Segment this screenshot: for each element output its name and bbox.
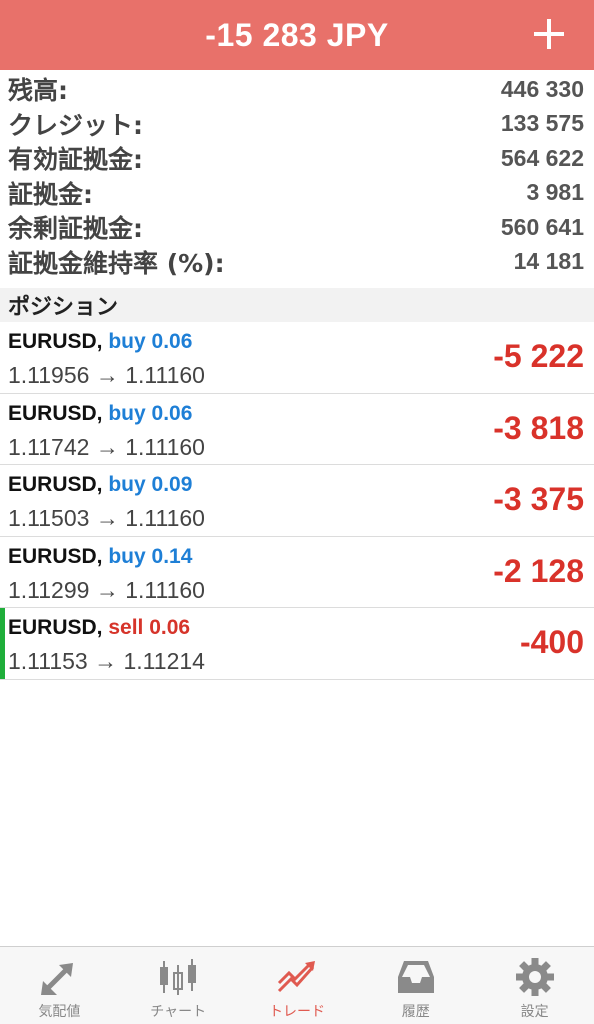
positions-list: EURUSD, buy 0.06 1.11956 → 1.11160 -5 22… <box>0 322 594 680</box>
tab-settings[interactable]: 設定 <box>475 947 594 1024</box>
position-header: EURUSD, buy 0.14 <box>8 545 192 569</box>
position-header: EURUSD, buy 0.06 <box>8 402 192 426</box>
position-symbol: EURUSD, <box>8 473 103 496</box>
position-side-volume: buy 0.06 <box>108 401 193 425</box>
summary-row-equity: 有効証拠金: 564 622 <box>0 141 594 176</box>
candlestick-chart-icon <box>160 959 197 995</box>
quotes-arrows-icon <box>41 963 74 995</box>
inbox-history-icon <box>397 961 434 993</box>
position-row[interactable]: EURUSD, buy 0.06 1.11956 → 1.11160 -5 22… <box>0 322 594 394</box>
position-symbol: EURUSD, <box>8 544 103 568</box>
position-profit: -5 222 <box>493 338 584 374</box>
summary-label: 残高: <box>8 76 68 106</box>
position-header: EURUSD, buy 0.06 <box>8 330 192 354</box>
position-prices: 1.11742 → 1.11160 <box>8 433 205 460</box>
tab-history[interactable]: 履歴 <box>356 947 475 1024</box>
plus-icon <box>534 19 564 49</box>
summary-value: 3 981 <box>526 179 584 206</box>
position-row[interactable]: EURUSD, buy 0.06 1.11742 → 1.11160 -3 81… <box>0 394 594 465</box>
position-side-volume: buy 0.14 <box>108 544 193 568</box>
tab-label: チャート <box>150 1004 207 1020</box>
position-profit: -3 375 <box>493 481 584 517</box>
header-total-profit: -15 283 JPY <box>205 16 389 53</box>
tab-quotes[interactable]: 気配値 <box>0 947 119 1024</box>
position-row[interactable]: EURUSD, buy 0.14 1.11299 → 1.11160 -2 12… <box>0 537 594 608</box>
position-side-volume: sell 0.06 <box>108 616 191 639</box>
positions-section-header: ポジション <box>0 288 594 322</box>
summary-value: 446 330 <box>500 75 584 102</box>
position-symbol: EURUSD, <box>8 401 103 425</box>
gear-icon <box>515 958 554 996</box>
position-prices: 1.11956 → 1.11160 <box>8 362 205 388</box>
position-profit: -3 818 <box>493 409 584 446</box>
position-profit: -2 128 <box>493 552 584 589</box>
position-prices: 1.11503 → 1.11160 <box>8 505 205 531</box>
position-symbol: EURUSD, <box>8 616 103 639</box>
new-order-button[interactable] <box>532 14 566 54</box>
section-title: ポジション <box>8 295 119 320</box>
summary-label: 証拠金: <box>8 179 93 209</box>
bottom-tab-bar: 気配値 チャート トレード 履歴 設定 <box>0 946 594 1024</box>
position-profit: -400 <box>519 624 584 660</box>
summary-value: 564 622 <box>500 144 584 171</box>
tab-label: トレード <box>268 1004 325 1020</box>
position-symbol: EURUSD, <box>8 330 103 353</box>
position-prices: 1.11299 → 1.11160 <box>8 576 205 603</box>
summary-label: クレジット: <box>8 110 143 140</box>
summary-row-free-margin: 余剰証拠金: 560 641 <box>0 210 594 245</box>
account-summary: 残高: 446 330 クレジット: 133 575 有効証拠金: 564 62… <box>0 72 594 279</box>
position-row[interactable]: EURUSD, buy 0.09 1.11503 → 1.11160 -3 37… <box>0 465 594 537</box>
summary-row-balance: 残高: 446 330 <box>0 72 594 107</box>
summary-label: 証拠金維持率 (%): <box>8 248 225 278</box>
position-header: EURUSD, sell 0.06 <box>8 616 190 640</box>
trade-trend-icon <box>277 961 315 993</box>
position-row[interactable]: EURUSD, sell 0.06 1.11153 → 1.11214 -400 <box>0 608 594 680</box>
summary-label: 有効証拠金: <box>8 145 143 175</box>
summary-value: 133 575 <box>500 110 584 137</box>
position-side-volume: buy 0.06 <box>108 330 193 353</box>
summary-row-margin: 証拠金: 3 981 <box>0 176 594 211</box>
summary-label: 余剰証拠金: <box>8 214 143 244</box>
summary-row-margin-level: 証拠金維持率 (%): 14 181 <box>0 245 594 280</box>
summary-value: 14 181 <box>513 248 584 275</box>
tab-chart[interactable]: チャート <box>119 947 238 1024</box>
tab-label: 気配値 <box>38 1004 81 1020</box>
position-header: EURUSD, buy 0.09 <box>8 473 192 497</box>
summary-row-credit: クレジット: 133 575 <box>0 107 594 142</box>
tab-label: 設定 <box>520 1004 549 1020</box>
summary-value: 560 641 <box>500 213 584 240</box>
tab-trade[interactable]: トレード <box>238 947 357 1024</box>
app-header: -15 283 JPY <box>0 0 594 70</box>
tab-label: 履歴 <box>401 1004 430 1020</box>
position-side-volume: buy 0.09 <box>108 473 193 496</box>
position-prices: 1.11153 → 1.11214 <box>8 648 205 674</box>
